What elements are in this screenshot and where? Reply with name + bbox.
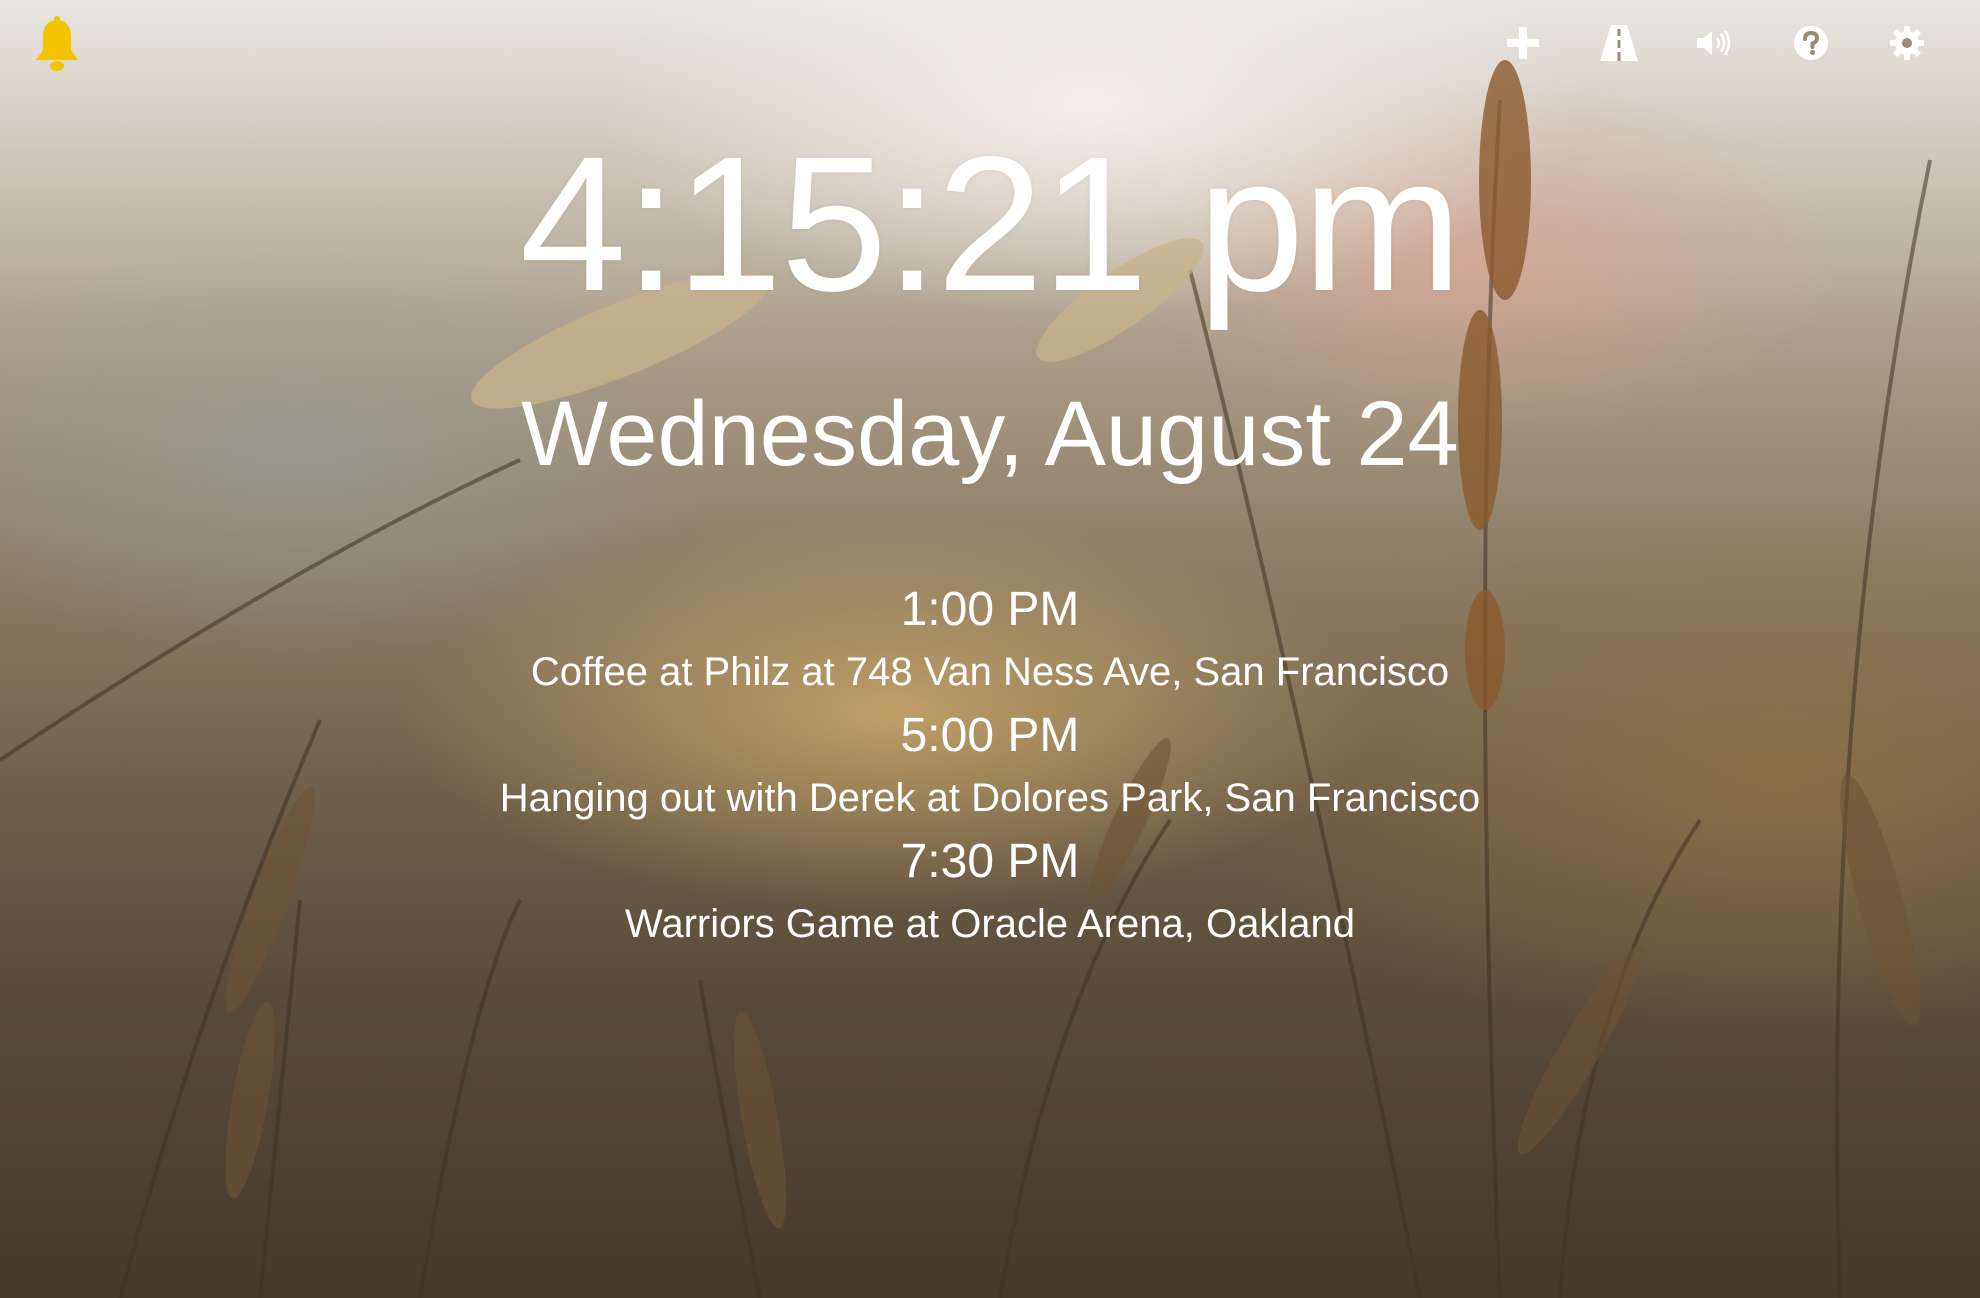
toolbar bbox=[1500, 20, 1930, 66]
event-time: 5:00 PM bbox=[900, 709, 1080, 762]
event-title: Hanging out with Derek at Dolores Park, … bbox=[499, 776, 1481, 820]
gear-icon bbox=[1890, 26, 1924, 60]
clock-time: 4:15:21 pm bbox=[519, 116, 1463, 331]
event-title: Coffee at Philz at 748 Van Ness Ave, San… bbox=[530, 650, 1450, 694]
date-display: Wednesday, August 24 bbox=[521, 383, 1459, 485]
road-icon bbox=[1600, 25, 1638, 61]
help-icon bbox=[1794, 26, 1828, 60]
event-time: 1:00 PM bbox=[900, 583, 1080, 636]
settings-button[interactable] bbox=[1884, 20, 1930, 66]
event-time: 7:30 PM bbox=[900, 835, 1080, 888]
event-list: 1:00 PM Coffee at Philz at 748 Van Ness … bbox=[0, 580, 1980, 958]
add-button[interactable] bbox=[1500, 20, 1546, 66]
bell-icon[interactable] bbox=[30, 16, 84, 74]
event-item[interactable]: 5:00 PM Hanging out with Derek at Dolore… bbox=[0, 706, 1980, 826]
volume-button[interactable] bbox=[1692, 20, 1738, 66]
event-item[interactable]: 7:30 PM Warriors Game at Oracle Arena, O… bbox=[0, 832, 1980, 952]
desktop-screen: 4:15:21 pm Wednesday, August 24 1:00 PM … bbox=[0, 0, 1980, 1298]
volume-icon bbox=[1697, 30, 1731, 56]
event-item[interactable]: 1:00 PM Coffee at Philz at 748 Van Ness … bbox=[0, 580, 1980, 700]
road-button[interactable] bbox=[1596, 20, 1642, 66]
event-title: Warriors Game at Oracle Arena, Oakland bbox=[625, 902, 1355, 946]
plus-icon bbox=[1507, 27, 1539, 59]
help-button[interactable] bbox=[1788, 20, 1834, 66]
